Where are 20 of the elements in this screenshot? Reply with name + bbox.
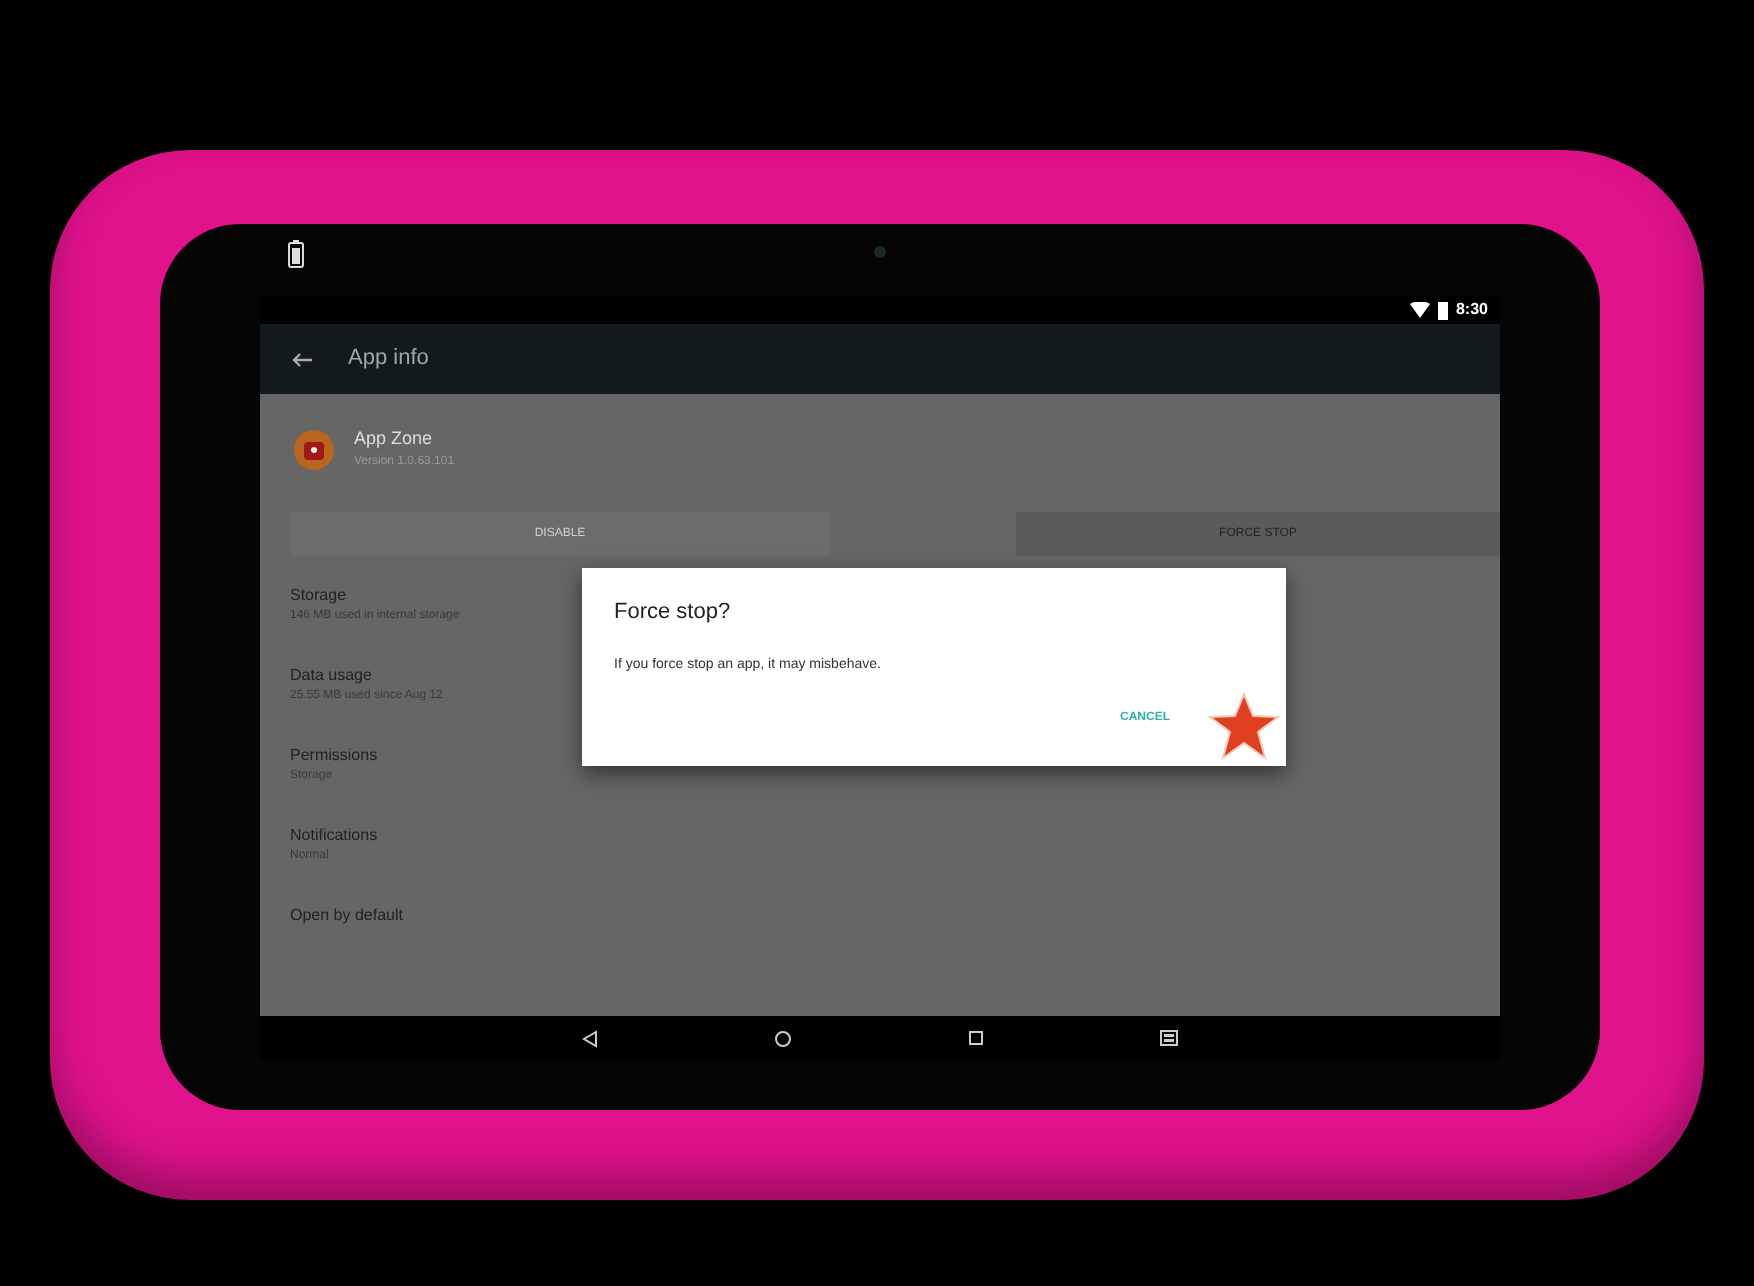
keyboard-icon[interactable] bbox=[1160, 1030, 1178, 1046]
back-arrow-icon[interactable] bbox=[292, 351, 312, 367]
setting-title[interactable]: Permissions bbox=[290, 744, 378, 768]
app-bar-title: App info bbox=[348, 344, 429, 375]
wifi-icon bbox=[1409, 302, 1430, 318]
setting-title[interactable]: Data usage bbox=[290, 664, 372, 688]
setting-title[interactable]: Notifications bbox=[290, 824, 378, 848]
app-name: App Zone bbox=[354, 426, 435, 453]
clock-time: 8:30 bbox=[1455, 298, 1488, 322]
back-icon[interactable] bbox=[582, 1029, 598, 1047]
app-icon bbox=[294, 429, 334, 469]
setting-title[interactable]: Open by default bbox=[290, 904, 403, 928]
star-icon bbox=[1208, 692, 1280, 760]
home-icon[interactable] bbox=[774, 1029, 792, 1047]
recents-icon[interactable] bbox=[968, 1030, 984, 1046]
battery-icon bbox=[1437, 301, 1448, 319]
battery-icon bbox=[288, 240, 304, 268]
dialog-title: Force stop? bbox=[614, 598, 733, 628]
setting-title[interactable]: Storage bbox=[290, 584, 347, 608]
camera-lens bbox=[874, 246, 886, 258]
